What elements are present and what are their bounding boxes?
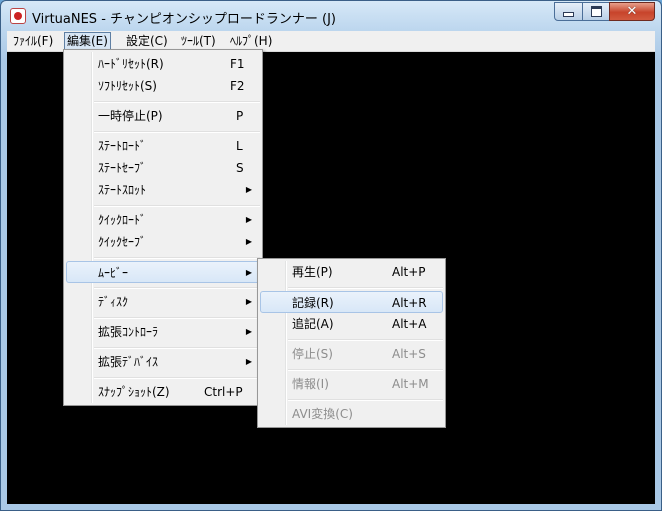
menu-separator xyxy=(288,399,443,401)
menu-item-snapshot[interactable]: ｽﾅｯﾌﾟｼｮｯﾄ(Z) Ctrl+P xyxy=(66,381,260,403)
menu-item-label: AVI変換(C) xyxy=(292,407,353,421)
maximize-button[interactable] xyxy=(582,2,610,21)
menu-settings[interactable]: 設定(C) xyxy=(124,32,170,50)
menu-item-movie[interactable]: ﾑｰﾋﾞｰ ▶ xyxy=(66,261,260,283)
menu-separator xyxy=(94,317,260,319)
menu-item-label: 一時停止(P) xyxy=(98,109,163,123)
menu-separator xyxy=(94,287,260,289)
submenu-arrow-icon: ▶ xyxy=(245,237,252,246)
menu-item-shortcut: Alt+P xyxy=(392,265,426,279)
menu-help[interactable]: ﾍﾙﾌﾟ(H) xyxy=(228,32,274,50)
menu-item-stop[interactable]: 停止(S) Alt+S xyxy=(260,343,443,365)
app-icon[interactable] xyxy=(10,8,26,24)
menu-item-info[interactable]: 情報(I) Alt+M xyxy=(260,373,443,395)
menu-item-play[interactable]: 再生(P) Alt+P xyxy=(260,261,443,283)
menu-item-label: 再生(P) xyxy=(292,265,333,279)
menu-item-ext-device[interactable]: 拡張ﾃﾞﾊﾞｲｽ ▶ xyxy=(66,351,260,373)
menu-item-shortcut: F1 xyxy=(230,57,245,71)
menu-item-quick-load[interactable]: ｸｲｯｸﾛｰﾄﾞ ▶ xyxy=(66,209,260,231)
window-title: VirtuaNES - チャンピオンシップロードランナー (J) xyxy=(32,12,336,27)
menu-item-label: ﾃﾞｨｽｸ xyxy=(98,295,129,309)
menu-item-hard-reset[interactable]: ﾊｰﾄﾞﾘｾｯﾄ(R) F1 xyxy=(66,53,260,75)
menu-edit[interactable]: 編集(E) xyxy=(64,32,111,50)
menu-item-disk[interactable]: ﾃﾞｨｽｸ ▶ xyxy=(66,291,260,313)
menu-item-label: 情報(I) xyxy=(292,377,329,391)
menu-item-label: ﾑｰﾋﾞｰ xyxy=(98,266,129,280)
menu-item-shortcut: P xyxy=(236,109,244,123)
menu-item-label: ｸｲｯｸｾｰﾌﾞ xyxy=(98,235,147,249)
menu-item-shortcut: S xyxy=(236,161,244,175)
menu-item-shortcut: Alt+A xyxy=(392,317,427,331)
menu-item-shortcut: F2 xyxy=(230,79,245,93)
menu-item-label: ｽﾃｰﾄｽﾛｯﾄ xyxy=(98,183,147,197)
maximize-icon xyxy=(590,6,602,17)
minimize-button[interactable] xyxy=(554,2,583,21)
menu-item-record[interactable]: 記録(R) Alt+R xyxy=(260,291,443,313)
submenu-arrow-icon: ▶ xyxy=(245,268,252,277)
menu-item-label: ｽﾅｯﾌﾟｼｮｯﾄ(Z) xyxy=(98,385,170,399)
menu-item-label: ﾊｰﾄﾞﾘｾｯﾄ(R) xyxy=(98,57,164,71)
menu-tools[interactable]: ﾂｰﾙ(T) xyxy=(179,32,218,50)
menu-item-label: ｿﾌﾄﾘｾｯﾄ(S) xyxy=(98,79,157,93)
menu-item-label: ｽﾃｰﾄﾛｰﾄﾞ xyxy=(98,139,147,153)
menu-file[interactable]: ﾌｧｲﾙ(F) xyxy=(11,32,55,50)
menu-item-label: 停止(S) xyxy=(292,347,333,361)
menu-item-label: 記録(R) xyxy=(292,296,334,310)
menu-item-shortcut: Alt+M xyxy=(392,377,429,391)
menu-separator xyxy=(94,205,260,207)
menu-item-shortcut: Alt+S xyxy=(392,347,426,361)
menu-separator xyxy=(94,377,260,379)
menu-item-label: 追記(A) xyxy=(292,317,334,331)
menu-item-state-save[interactable]: ｽﾃｰﾄｾｰﾌﾞ S xyxy=(66,157,260,179)
title-bar[interactable]: VirtuaNES - チャンピオンシップロードランナー (J) ✕ xyxy=(1,1,661,31)
menu-separator xyxy=(288,369,443,371)
submenu-arrow-icon: ▶ xyxy=(245,185,252,194)
menu-item-quick-save[interactable]: ｸｲｯｸｾｰﾌﾞ ▶ xyxy=(66,231,260,253)
minimize-icon xyxy=(563,12,574,17)
menu-separator xyxy=(94,131,260,133)
close-icon: ✕ xyxy=(626,4,638,19)
menu-item-avi-convert[interactable]: AVI変換(C) xyxy=(260,403,443,425)
movie-submenu: 再生(P) Alt+P 記録(R) Alt+R 追記(A) Alt+A 停止(S… xyxy=(257,258,446,428)
menu-separator xyxy=(288,339,443,341)
menu-item-pause[interactable]: 一時停止(P) P xyxy=(66,105,260,127)
menu-item-soft-reset[interactable]: ｿﾌﾄﾘｾｯﾄ(S) F2 xyxy=(66,75,260,97)
edit-menu: ﾊｰﾄﾞﾘｾｯﾄ(R) F1 ｿﾌﾄﾘｾｯﾄ(S) F2 一時停止(P) P ｽ… xyxy=(63,49,263,406)
submenu-arrow-icon: ▶ xyxy=(245,357,252,366)
submenu-arrow-icon: ▶ xyxy=(245,297,252,306)
submenu-arrow-icon: ▶ xyxy=(245,327,252,336)
menu-item-label: ｸｲｯｸﾛｰﾄﾞ xyxy=(98,213,147,227)
menu-item-shortcut: Alt+R xyxy=(392,296,427,310)
menu-separator xyxy=(94,101,260,103)
menu-separator xyxy=(94,257,260,259)
close-button[interactable]: ✕ xyxy=(609,2,655,21)
menu-item-shortcut: L xyxy=(236,139,243,153)
menu-item-label: 拡張ｺﾝﾄﾛｰﾗ xyxy=(98,325,159,339)
menu-separator xyxy=(94,347,260,349)
menu-item-label: 拡張ﾃﾞﾊﾞｲｽ xyxy=(98,355,159,369)
menu-item-state-slot[interactable]: ｽﾃｰﾄｽﾛｯﾄ ▶ xyxy=(66,179,260,201)
menu-item-label: ｽﾃｰﾄｾｰﾌﾞ xyxy=(98,161,147,175)
submenu-arrow-icon: ▶ xyxy=(245,215,252,224)
menu-item-append[interactable]: 追記(A) Alt+A xyxy=(260,313,443,335)
menu-separator xyxy=(288,287,443,289)
menu-item-state-load[interactable]: ｽﾃｰﾄﾛｰﾄﾞ L xyxy=(66,135,260,157)
menu-item-ext-controller[interactable]: 拡張ｺﾝﾄﾛｰﾗ ▶ xyxy=(66,321,260,343)
menu-item-shortcut: Ctrl+P xyxy=(204,385,243,399)
